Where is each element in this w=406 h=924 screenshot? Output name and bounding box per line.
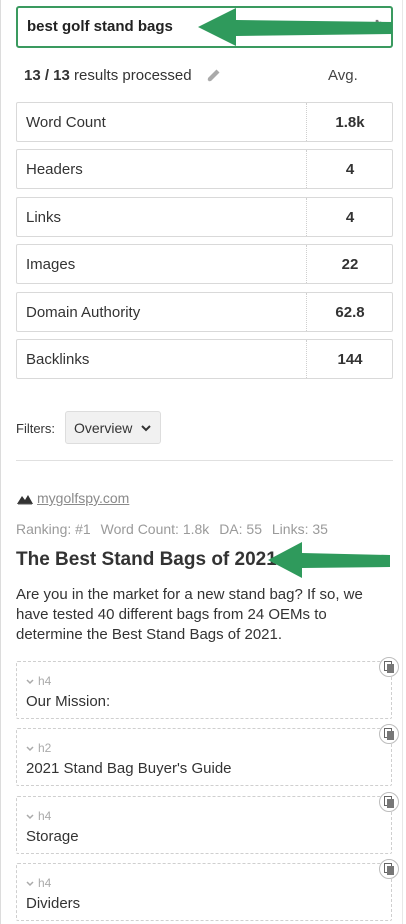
result-site-link[interactable]: mygolfspy.com bbox=[37, 490, 129, 506]
section-divider bbox=[16, 460, 393, 461]
stat-row-backlinks: Backlinks 144 bbox=[16, 339, 393, 379]
stat-value: 4 bbox=[345, 209, 355, 226]
stat-row-images: Images 22 bbox=[16, 244, 393, 284]
avg-column-header: Avg. bbox=[328, 67, 358, 84]
copy-icon[interactable] bbox=[379, 792, 399, 812]
stat-row-links: Links 4 bbox=[16, 197, 393, 237]
stat-row-word-count: Word Count 1.8k bbox=[16, 102, 393, 142]
site-favicon-icon bbox=[16, 492, 34, 506]
filters-label: Filters: bbox=[16, 421, 55, 436]
chevron-down-icon bbox=[26, 746, 34, 751]
stat-label: Word Count bbox=[26, 114, 106, 131]
stat-value: 144 bbox=[337, 351, 363, 368]
header-tag-label: h4 bbox=[38, 809, 52, 823]
stat-row-domain-authority: Domain Authority 62.8 bbox=[16, 292, 393, 332]
header-tag-label: h4 bbox=[38, 674, 52, 688]
result-ranking: Ranking: #1 bbox=[16, 521, 91, 537]
header-text: Storage bbox=[26, 828, 79, 845]
header-tag: h4 bbox=[26, 876, 51, 890]
pencil-icon[interactable] bbox=[205, 68, 221, 84]
stat-row-headers: Headers 4 bbox=[16, 149, 393, 189]
header-tag-label: h4 bbox=[38, 876, 52, 890]
result-title[interactable]: The Best Stand Bags of 2021 bbox=[16, 549, 277, 571]
results-processed-suffix: results processed bbox=[74, 67, 192, 84]
header-text: Our Mission: bbox=[26, 693, 111, 710]
result-meta: Ranking: #1 Word Count: 1.8k DA: 55 Link… bbox=[16, 521, 334, 537]
annotation-arrow-search bbox=[198, 8, 392, 46]
stat-value: 22 bbox=[341, 256, 359, 273]
stat-value: 4 bbox=[345, 161, 355, 178]
filters-selected-value: Overview bbox=[74, 420, 133, 436]
chevron-down-icon bbox=[26, 814, 34, 819]
stat-label: Images bbox=[26, 256, 76, 273]
copy-icon[interactable] bbox=[379, 724, 399, 744]
header-card[interactable]: h4 Storage bbox=[16, 796, 392, 854]
header-text: 2021 Stand Bag Buyer's Guide bbox=[26, 760, 232, 777]
header-text: Dividers bbox=[26, 895, 81, 912]
results-processed: 13 / 13 results processed bbox=[24, 67, 192, 84]
result-da: DA: 55 bbox=[219, 521, 262, 537]
panel-left-border bbox=[0, 0, 1, 924]
chevron-down-icon bbox=[26, 679, 34, 684]
annotation-arrow-title bbox=[268, 542, 390, 578]
header-tag: h4 bbox=[26, 674, 51, 688]
result-links: Links: 35 bbox=[271, 521, 328, 537]
copy-icon[interactable] bbox=[379, 859, 399, 879]
header-tag: h4 bbox=[26, 809, 51, 823]
header-card[interactable]: h2 2021 Stand Bag Buyer's Guide bbox=[16, 728, 392, 786]
stat-value: 62.8 bbox=[335, 304, 365, 321]
stat-label: Backlinks bbox=[26, 351, 90, 368]
stat-label: Headers bbox=[26, 161, 83, 178]
header-card[interactable]: h4 Our Mission: bbox=[16, 661, 392, 719]
results-processed-count: 13 / 13 bbox=[24, 67, 70, 84]
stat-label: Links bbox=[26, 209, 62, 226]
stat-label: Domain Authority bbox=[26, 304, 141, 321]
header-tag-label: h2 bbox=[38, 741, 52, 755]
chevron-down-icon bbox=[26, 881, 34, 886]
result-description: Are you in the market for a new stand ba… bbox=[16, 586, 363, 643]
chevron-down-icon bbox=[141, 425, 151, 432]
panel-right-border bbox=[402, 0, 403, 924]
result-word-count: Word Count: 1.8k bbox=[100, 521, 210, 537]
header-tag: h2 bbox=[26, 741, 51, 755]
stat-value: 1.8k bbox=[335, 114, 365, 131]
header-card[interactable]: h4 Dividers bbox=[16, 863, 392, 921]
copy-icon[interactable] bbox=[379, 657, 399, 677]
filters-dropdown[interactable]: Overview bbox=[65, 411, 161, 444]
